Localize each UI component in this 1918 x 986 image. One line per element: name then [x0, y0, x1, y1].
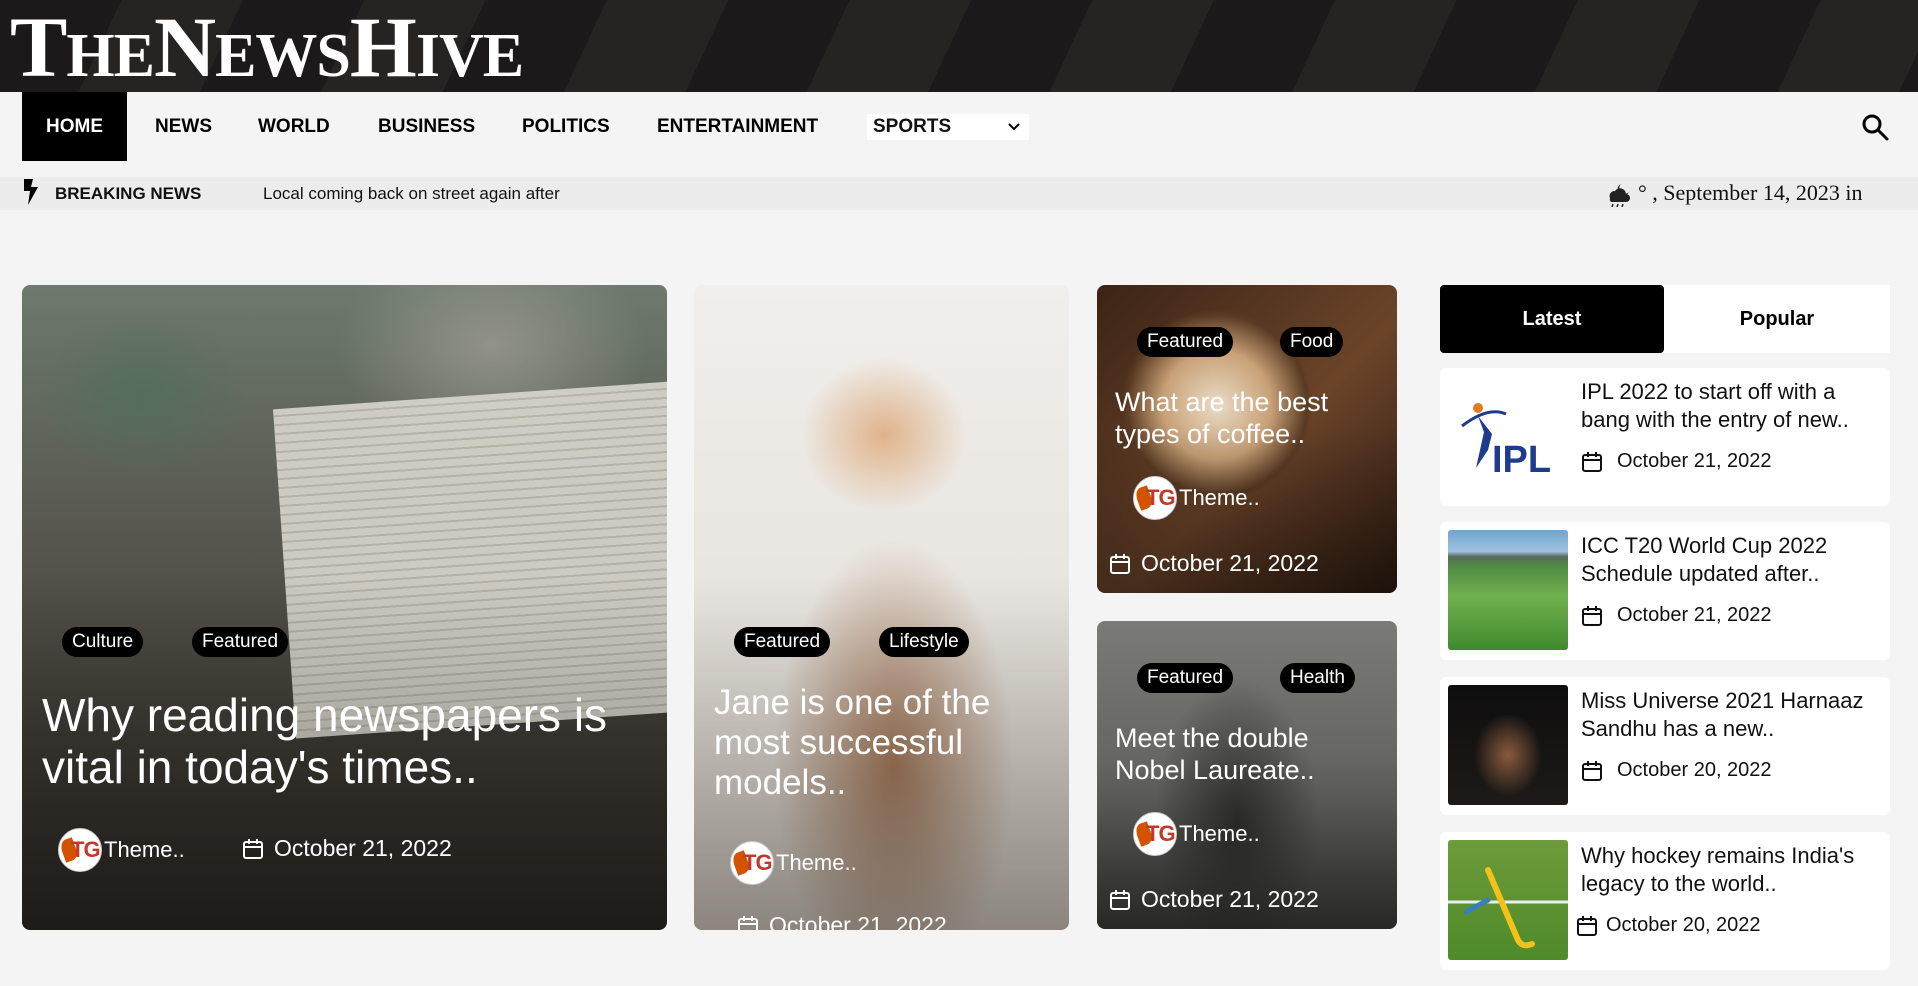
- post-thumbnail: [1448, 530, 1568, 650]
- breaking-news-bar: BREAKING NEWS Local coming back on stree…: [0, 177, 1918, 210]
- logo-letters: IVE: [415, 22, 524, 90]
- calendar-icon: [1577, 915, 1597, 936]
- tag-featured[interactable]: Featured: [1137, 663, 1234, 693]
- card-author[interactable]: TG Theme..: [58, 828, 185, 872]
- featured-card-nobel[interactable]: Featured Health Meet the double Nobel La…: [1097, 621, 1397, 929]
- avatar: TG: [1133, 812, 1177, 856]
- breaking-news-ticker[interactable]: Local coming back on street again after: [263, 177, 560, 210]
- ipl-logo-icon: IPL: [1461, 403, 1551, 481]
- card-date: October 21, 2022: [1109, 886, 1319, 913]
- card-title[interactable]: Jane is one of the most successful model…: [714, 683, 1044, 803]
- post-thumbnail: [1448, 840, 1568, 960]
- svg-text:IPL: IPL: [1492, 439, 1551, 481]
- nav-news[interactable]: NEWS: [155, 92, 212, 161]
- calendar-icon: [1582, 451, 1602, 472]
- sidebar-post[interactable]: Why hockey remains India's legacy to the…: [1440, 832, 1890, 970]
- tag-featured[interactable]: Featured: [1137, 327, 1234, 357]
- logo-letters: EWS: [215, 22, 351, 90]
- card-date: October 21, 2022: [242, 835, 452, 862]
- calendar-icon: [243, 838, 263, 859]
- search-icon[interactable]: [1860, 112, 1890, 142]
- post-thumbnail: IPL: [1448, 376, 1568, 496]
- card-date: October 21, 2022: [737, 912, 947, 930]
- post-thumbnail: [1448, 685, 1568, 805]
- tag-featured[interactable]: Featured: [734, 627, 831, 657]
- tag-culture[interactable]: Culture: [62, 627, 144, 657]
- chevron-down-icon: [1008, 123, 1020, 131]
- tab-latest[interactable]: Latest: [1440, 285, 1664, 353]
- post-title[interactable]: IPL 2022 to start off with a bang with t…: [1581, 378, 1881, 434]
- hockey-stick-icon: [1448, 867, 1568, 949]
- weather-date-text: ° , September 14, 2023 in: [1638, 180, 1863, 205]
- post-date: October 21, 2022: [1581, 604, 1772, 627]
- logo-letter: H: [349, 0, 417, 95]
- card-author[interactable]: TG Theme..: [730, 841, 857, 885]
- author-name: Theme..: [104, 837, 185, 862]
- featured-card-model[interactable]: Featured Lifestyle Jane is one of the mo…: [694, 285, 1069, 930]
- breaking-news-label: BREAKING NEWS: [55, 184, 202, 203]
- card-author[interactable]: TG Theme..: [1133, 812, 1260, 856]
- tag-featured[interactable]: Featured: [192, 627, 289, 657]
- bolt-icon: [24, 179, 38, 205]
- card-title[interactable]: Why reading newspapers is vital in today…: [42, 689, 662, 794]
- calendar-icon: [1110, 553, 1130, 574]
- sidebar-tabs: Latest Popular: [1440, 285, 1890, 353]
- avatar: TG: [58, 828, 102, 872]
- sidebar-post[interactable]: Miss Universe 2021 Harnaaz Sandhu has a …: [1440, 677, 1890, 815]
- nav-world[interactable]: WORLD: [258, 92, 330, 161]
- author-name: Theme..: [776, 850, 857, 875]
- calendar-icon: [1582, 605, 1602, 626]
- logo-letter: T: [10, 0, 67, 95]
- sidebar-post[interactable]: IPL IPL 2022 to start off with a bang wi…: [1440, 368, 1890, 506]
- logo-letters: HE: [66, 22, 155, 90]
- avatar: TG: [730, 841, 774, 885]
- card-title[interactable]: Meet the double Nobel Laureate..: [1115, 722, 1385, 786]
- post-title[interactable]: ICC T20 World Cup 2022 Schedule updated …: [1581, 532, 1881, 588]
- post-date: October 20, 2022: [1581, 759, 1772, 782]
- sidebar-post[interactable]: ICC T20 World Cup 2022 Schedule updated …: [1440, 522, 1890, 660]
- tag-lifestyle[interactable]: Lifestyle: [879, 627, 969, 657]
- tag-health[interactable]: Health: [1280, 663, 1355, 693]
- nav-sports-label: SPORTS: [873, 116, 952, 137]
- site-logo[interactable]: THENEWSHIVE: [10, 4, 524, 99]
- author-name: Theme..: [1179, 485, 1260, 510]
- calendar-icon: [738, 915, 758, 930]
- main-nav: HOME NEWS WORLD BUSINESS POLITICS ENTERT…: [22, 92, 1896, 161]
- nav-home[interactable]: HOME: [22, 92, 127, 161]
- post-date: October 21, 2022: [1581, 450, 1772, 473]
- card-title[interactable]: What are the best types of coffee..: [1115, 386, 1385, 450]
- nav-politics[interactable]: POLITICS: [522, 92, 610, 161]
- tag-food[interactable]: Food: [1280, 327, 1344, 357]
- card-date: October 21, 2022: [1109, 550, 1319, 577]
- author-name: Theme..: [1179, 821, 1260, 846]
- calendar-icon: [1582, 760, 1602, 781]
- logo-letter: N: [153, 0, 216, 95]
- post-title[interactable]: Miss Universe 2021 Harnaaz Sandhu has a …: [1581, 687, 1881, 743]
- featured-card-coffee[interactable]: Featured Food What are the best types of…: [1097, 285, 1397, 593]
- site-header: THENEWSHIVE: [0, 0, 1918, 92]
- post-date: October 20, 2022: [1576, 914, 1761, 937]
- avatar: TG: [1133, 476, 1177, 520]
- post-title[interactable]: Why hockey remains India's legacy to the…: [1581, 842, 1881, 898]
- weather-cloud-moon-icon: [1609, 184, 1630, 207]
- featured-card-newspapers[interactable]: Culture Featured Why reading newspapers …: [22, 285, 667, 930]
- nav-business[interactable]: BUSINESS: [378, 92, 475, 161]
- card-author[interactable]: TG Theme..: [1133, 476, 1260, 520]
- calendar-icon: [1110, 889, 1130, 910]
- nav-entertainment[interactable]: ENTERTAINMENT: [657, 92, 818, 161]
- tab-popular[interactable]: Popular: [1664, 285, 1890, 353]
- nav-sports-dropdown[interactable]: SPORTS: [867, 114, 1029, 140]
